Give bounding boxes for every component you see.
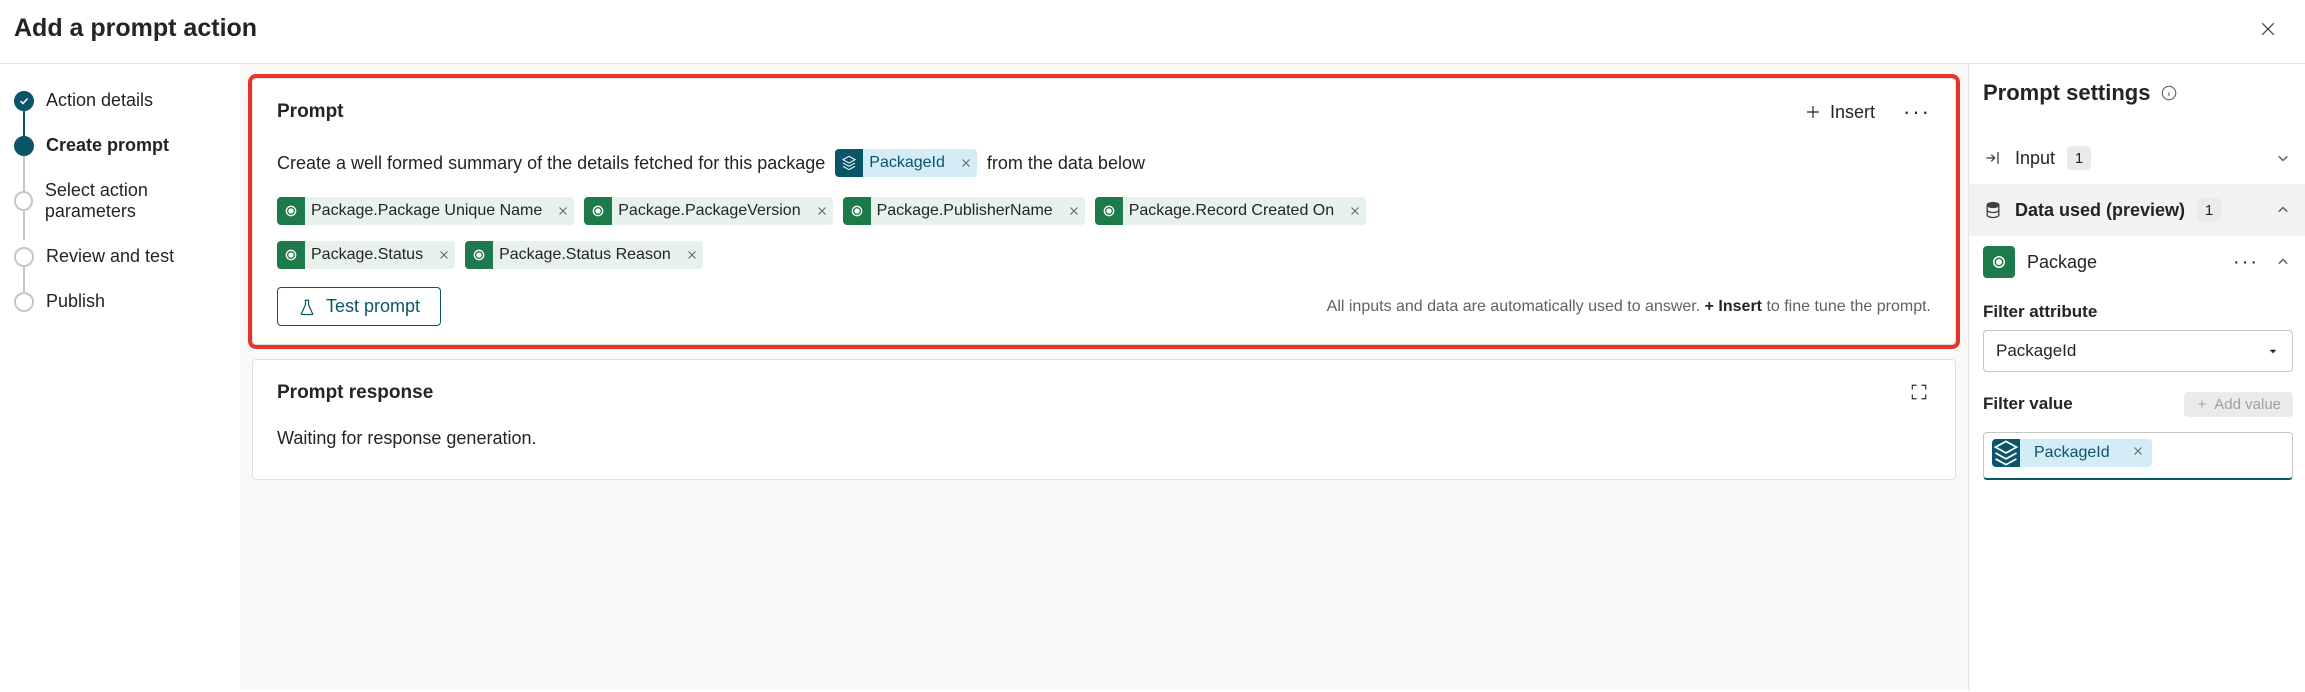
chevron-down-icon: [2266, 344, 2280, 358]
wizard-steps: Action details Create prompt Select acti…: [0, 64, 240, 690]
step-dot-icon: [14, 292, 34, 312]
package-icon: [584, 197, 612, 225]
test-prompt-button[interactable]: Test prompt: [277, 287, 441, 326]
plus-icon: [2196, 398, 2208, 410]
input-section-header[interactable]: Input 1: [1983, 132, 2293, 184]
chip-remove-button[interactable]: [433, 241, 455, 269]
chip-remove-button[interactable]: [681, 241, 703, 269]
chip-status[interactable]: Package.Status: [277, 241, 455, 269]
chip-remove-button[interactable]: [552, 197, 574, 225]
prompt-editor[interactable]: Create a well formed summary of the deta…: [277, 145, 1931, 269]
chevron-up-icon: [2273, 200, 2293, 220]
close-button[interactable]: [2255, 16, 2281, 42]
chevron-down-icon: [2273, 148, 2293, 168]
input-count-badge: 1: [2067, 146, 2091, 170]
chip-publisher-name[interactable]: Package.PublisherName: [843, 197, 1085, 225]
expand-button[interactable]: [1909, 382, 1931, 404]
filter-attribute-label: Filter attribute: [1983, 302, 2293, 322]
insert-button[interactable]: Insert: [1804, 102, 1875, 123]
package-icon: [1095, 197, 1123, 225]
step-dot-icon: [14, 247, 34, 267]
response-body: Waiting for response generation.: [277, 428, 1931, 449]
filter-attribute-select[interactable]: PackageId: [1983, 330, 2293, 372]
package-header[interactable]: Package ···: [1983, 240, 2293, 294]
info-icon[interactable]: [2160, 84, 2178, 102]
step-dot-icon: [14, 136, 34, 156]
database-icon: [1983, 200, 2003, 220]
fullscreen-icon: [1909, 382, 1929, 402]
step-review-and-test[interactable]: Review and test: [14, 246, 230, 267]
chip-package-unique-name[interactable]: Package.Package Unique Name: [277, 197, 574, 225]
chip-remove-button[interactable]: [2124, 444, 2152, 462]
data-count-badge: 1: [2197, 198, 2221, 222]
page-title: Add a prompt action: [14, 14, 257, 43]
prompt-response-card: Prompt response Waiting for response gen…: [252, 359, 1956, 480]
filter-value-input[interactable]: PackageId: [1983, 432, 2293, 480]
filter-value-chip[interactable]: PackageId: [1992, 439, 2152, 467]
chip-status-reason[interactable]: Package.Status Reason: [465, 241, 703, 269]
chip-packageid-inline[interactable]: PackageId: [835, 149, 977, 177]
prompt-settings-panel: Prompt settings Input 1 Data used (previ…: [1969, 64, 2305, 690]
close-icon: [2258, 19, 2278, 39]
data-icon: [1992, 439, 2020, 467]
chip-record-created-on[interactable]: Package.Record Created On: [1095, 197, 1366, 225]
prompt-text: from the data below: [987, 145, 1145, 181]
package-icon: [843, 197, 871, 225]
package-icon: [465, 241, 493, 269]
add-value-button[interactable]: Add value: [2184, 392, 2293, 417]
prompt-title: Prompt: [277, 101, 344, 123]
settings-title: Prompt settings: [1983, 80, 2293, 106]
more-actions-button[interactable]: ···: [1903, 99, 1931, 125]
step-create-prompt[interactable]: Create prompt: [14, 135, 230, 156]
plus-icon: [1804, 103, 1822, 121]
input-icon: [1983, 148, 2003, 168]
prompt-hint: All inputs and data are automatically us…: [1327, 298, 1931, 316]
chip-package-version[interactable]: Package.PackageVersion: [584, 197, 832, 225]
chip-remove-button[interactable]: [955, 149, 977, 177]
prompt-text: Create a well formed summary of the deta…: [277, 145, 825, 181]
chip-remove-button[interactable]: [1344, 197, 1366, 225]
flask-icon: [298, 298, 316, 316]
step-publish[interactable]: Publish: [14, 291, 230, 312]
step-select-action-parameters[interactable]: Select action parameters: [14, 180, 230, 222]
package-icon: [277, 197, 305, 225]
data-icon: [835, 149, 863, 177]
data-used-section-header[interactable]: Data used (preview) 1: [1969, 184, 2305, 236]
prompt-card: Prompt Insert ··· Create a well formed s…: [252, 78, 1956, 345]
package-more-button[interactable]: ···: [2233, 251, 2259, 274]
checkmark-icon: [14, 91, 34, 111]
chevron-up-icon[interactable]: [2273, 252, 2293, 272]
response-title: Prompt response: [277, 382, 433, 404]
filter-value-label: Filter value: [1983, 394, 2073, 414]
package-icon: [277, 241, 305, 269]
step-action-details[interactable]: Action details: [14, 90, 230, 111]
chip-remove-button[interactable]: [811, 197, 833, 225]
step-dot-icon: [14, 191, 33, 211]
chip-remove-button[interactable]: [1063, 197, 1085, 225]
package-icon: [1983, 246, 2015, 278]
